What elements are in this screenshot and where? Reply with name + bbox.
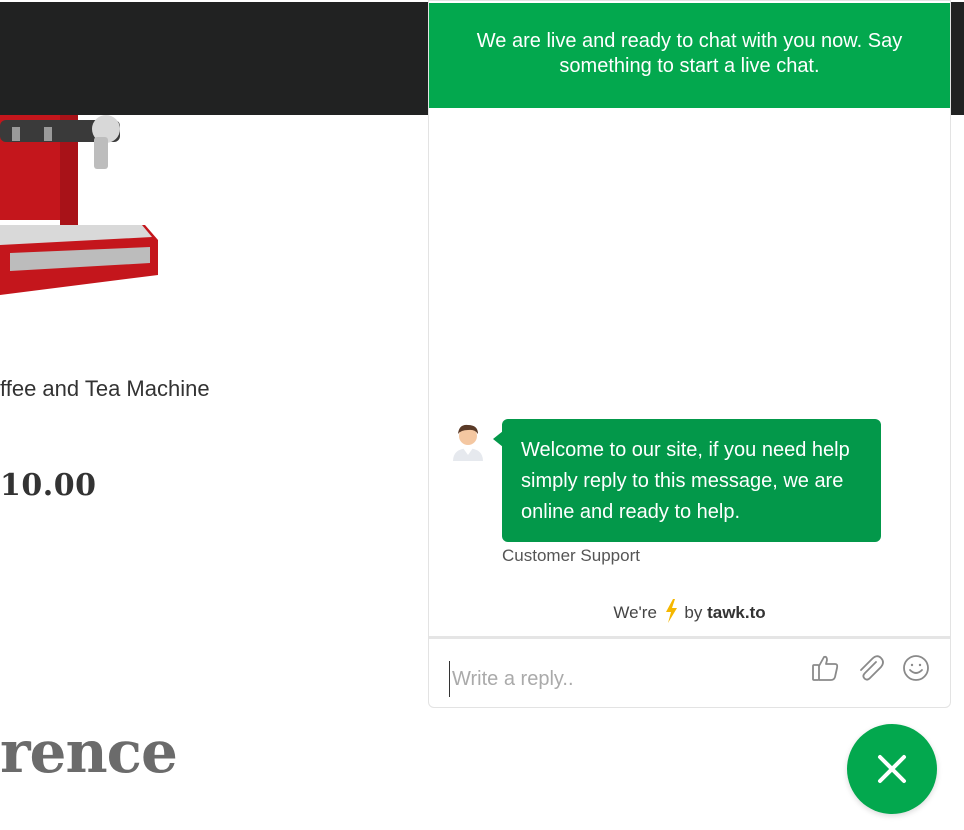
chat-header: We are live and ready to chat with you n… [429,3,950,108]
brand-link[interactable]: tawk.to [707,603,766,622]
smiley-icon[interactable] [901,653,931,683]
powered-by-label: by [684,603,703,622]
lightning-bolt-icon [665,599,677,623]
close-icon [878,755,906,783]
powered-prefix: We're [613,603,657,622]
chat-widget: We are live and ready to chat with you n… [428,0,951,708]
agent-message: Welcome to our site, if you need help si… [502,419,881,542]
product-price: 10.00 [0,468,97,503]
divider [429,636,950,639]
product-image[interactable] [0,115,170,305]
thumbs-up-icon[interactable] [811,653,841,683]
product-name[interactable]: ffee and Tea Machine [0,376,400,402]
reply-input[interactable] [449,661,804,697]
section-heading: rence [0,718,178,786]
powered-by[interactable]: We're by tawk.to [429,599,950,623]
agent-avatar-icon [453,424,483,461]
paperclip-icon[interactable] [855,653,885,683]
sender-label: Customer Support [502,546,640,565]
chat-close-button[interactable] [847,724,937,814]
